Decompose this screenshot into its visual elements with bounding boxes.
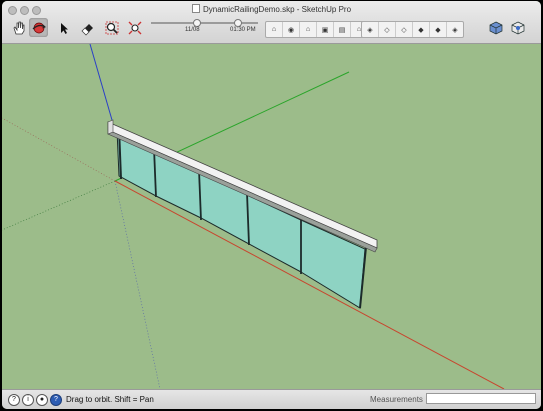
arrow-cursor-icon: [60, 22, 68, 34]
pan-hand-tool[interactable]: [9, 18, 28, 37]
user-icon[interactable]: ●: [36, 394, 48, 406]
sketchup-window: DynamicRailingDemo.skp - SketchUp Pro 11…: [2, 1, 541, 409]
window-title-text: DynamicRailingDemo.skp - SketchUp Pro: [202, 5, 352, 14]
styles-button[interactable]: [508, 18, 527, 37]
xray-style-icon: ◈: [367, 26, 373, 34]
status-bar: ? i ● ? Drag to orbit. Shift = Pan Measu…: [2, 389, 541, 409]
shadow-scrubber-track: [151, 22, 258, 24]
top-view-button[interactable]: ◉: [283, 22, 300, 37]
hidden-line-style-icon: ◇: [401, 26, 407, 34]
standard-views-toolbar: ⌂ ◉ ⌂ ▣ ▤ ⌂: [265, 21, 368, 38]
eraser-icon: [81, 23, 93, 35]
help-icon[interactable]: ?: [50, 394, 62, 406]
measurements-input[interactable]: [426, 393, 536, 404]
select-tool-button[interactable]: [54, 18, 73, 37]
eraser-tool-button[interactable]: [78, 18, 97, 37]
hidden-line-style-button[interactable]: ◇: [396, 22, 413, 37]
right-view-icon: ▣: [321, 26, 329, 34]
styles-icon: [511, 21, 524, 34]
zoom-extents-tool-button[interactable]: [125, 18, 144, 37]
hand-icon: [13, 21, 24, 34]
shaded-texture-style-icon: ◆: [435, 26, 441, 34]
magnifier-icon: [105, 21, 118, 34]
components-icon: [489, 21, 502, 34]
front-view-icon: ⌂: [305, 26, 311, 33]
window-title: DynamicRailingDemo.skp - SketchUp Pro: [2, 4, 541, 14]
shaded-style-icon: ◆: [418, 26, 424, 34]
model-viewport[interactable]: [2, 44, 541, 389]
credits-icon[interactable]: i: [22, 394, 34, 406]
zoom-tool-button[interactable]: [102, 18, 121, 37]
handrail-end-cap: [107, 119, 114, 135]
orbit-tool-button[interactable]: [29, 18, 48, 37]
zoom-extents-icon: [128, 21, 141, 34]
back-view-button[interactable]: ▤: [334, 22, 351, 37]
time-slider-knob[interactable]: [233, 19, 242, 27]
measurements-label: Measurements: [370, 395, 423, 404]
styles-toolbar: ◈ ◇ ◇ ◆ ◆ ◈: [361, 21, 464, 38]
shadow-time-label: 01:30 PM: [230, 27, 256, 33]
iso-view-button[interactable]: ⌂: [266, 22, 283, 37]
date-slider-knob[interactable]: [192, 19, 201, 27]
geo-location-icon[interactable]: ?: [8, 394, 20, 406]
components-button[interactable]: [486, 18, 505, 37]
wireframe-style-icon: ◇: [384, 26, 390, 34]
shaded-texture-style-button[interactable]: ◆: [430, 22, 447, 37]
title-bar: DynamicRailingDemo.skp - SketchUp Pro 11…: [2, 1, 541, 44]
monochrome-style-button[interactable]: ◈: [447, 22, 463, 37]
document-icon: [191, 4, 200, 13]
shaded-style-button[interactable]: ◆: [413, 22, 430, 37]
front-view-button[interactable]: ⌂: [300, 22, 317, 37]
wireframe-style-button[interactable]: ◇: [379, 22, 396, 37]
top-view-icon: ◉: [287, 26, 295, 34]
shadow-date-label: 11/08: [185, 27, 200, 33]
right-view-button[interactable]: ▣: [317, 22, 334, 37]
iso-view-icon: ⌂: [271, 26, 277, 33]
xray-style-button[interactable]: ◈: [362, 22, 379, 37]
orbit-icon: [32, 22, 46, 33]
monochrome-style-icon: ◈: [452, 26, 458, 34]
status-hint-text: Drag to orbit. Shift = Pan: [66, 395, 154, 404]
back-view-icon: ▤: [338, 26, 346, 34]
